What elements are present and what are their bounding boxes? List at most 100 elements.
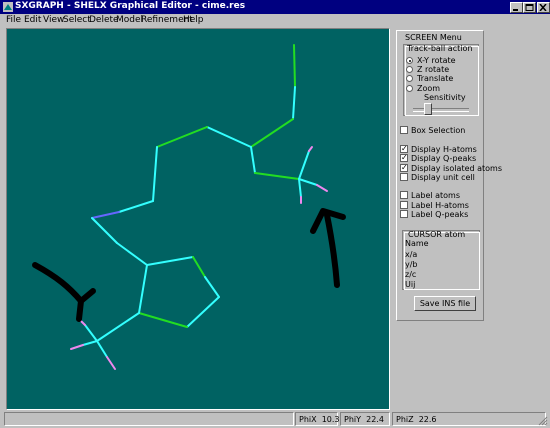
checkbox-display-h-atoms[interactable]: ✓ Display H-atoms [400, 145, 484, 154]
bond [316, 184, 328, 192]
maximize-button[interactable] [523, 2, 536, 13]
checkbox-icon [400, 201, 408, 209]
checkbox-display-q-peaks[interactable]: ✓ Display Q-peaks [400, 154, 484, 163]
arrow-left-shaft [32, 262, 84, 304]
annotation-arrows [32, 208, 346, 322]
bond [106, 356, 116, 370]
bond [292, 86, 296, 120]
bond [118, 200, 154, 213]
phiy-label: PhiY [344, 415, 362, 424]
bond [96, 312, 140, 342]
radio-z-rotate[interactable]: Z rotate [406, 65, 476, 74]
bond [70, 344, 84, 350]
menu-model[interactable]: Model [116, 15, 143, 25]
molecule-view[interactable] [7, 29, 389, 409]
bond [206, 126, 252, 148]
slider-thumb[interactable] [424, 103, 432, 115]
bond [250, 118, 294, 148]
sensitivity-slider[interactable] [407, 103, 475, 115]
radio-button-icon [406, 85, 413, 92]
save-ins-file-button[interactable]: Save INS file [414, 296, 476, 311]
checkbox-box-selection[interactable]: Box Selection [400, 126, 484, 135]
bond [250, 146, 256, 174]
checkbox-display-unit-cell[interactable]: Display unit cell [400, 173, 484, 182]
screen-menu-panel: SCREEN Menu Track-ball action X-Y rotate… [396, 30, 502, 321]
checkbox-display-isolated-atoms[interactable]: ✓ Display isolated atoms [400, 163, 502, 173]
checkbox-icon [400, 126, 408, 134]
close-button[interactable] [537, 2, 550, 13]
resize-grip-icon[interactable] [538, 416, 548, 426]
bond [152, 146, 158, 202]
checkbox-label-h-atoms[interactable]: Label H-atoms [400, 201, 484, 210]
checkbox-icon: ✓ [400, 163, 408, 172]
bond [138, 312, 188, 328]
checkbox-label: Box Selection [411, 126, 466, 135]
checkbox-label: Label atoms [411, 191, 461, 200]
radio-button-icon [406, 57, 413, 64]
close-icon [539, 4, 547, 11]
arrow-left-head [76, 288, 96, 322]
window-title: SXGRAPH - SHELX Graphical Editor - cime.… [15, 1, 246, 11]
bond [156, 126, 208, 148]
radio-label: Z rotate [417, 65, 450, 74]
radio-label: Zoom [417, 84, 441, 93]
checkbox-icon [400, 191, 408, 199]
checkbox-icon [400, 210, 408, 218]
slider-track [413, 108, 469, 112]
cursor-field-name: Name [405, 239, 429, 248]
bond [298, 178, 318, 186]
radio-button-icon [406, 75, 413, 82]
bond [82, 340, 98, 346]
arrow-right-shaft [324, 212, 340, 288]
cursor-field-yb: y/b [405, 260, 418, 269]
radio-label: X-Y rotate [417, 56, 456, 65]
bond [146, 256, 194, 266]
phix-label: PhiX [299, 415, 317, 424]
checkbox-label: Display unit cell [411, 173, 475, 182]
bond [116, 242, 148, 266]
menu-delete[interactable]: Delete [89, 15, 119, 25]
menu-edit[interactable]: Edit [24, 15, 41, 25]
phiz-value: 22.6 [418, 415, 437, 424]
bond [91, 211, 120, 219]
checkbox-icon [400, 173, 408, 181]
menu-select[interactable]: Select [63, 15, 91, 25]
menu-view[interactable]: View [43, 15, 64, 25]
bond [204, 276, 220, 298]
sensitivity-label: Sensitivity [424, 93, 466, 102]
bond [96, 340, 108, 358]
bond [308, 146, 313, 152]
minimize-icon [513, 9, 518, 11]
panel-title: SCREEN Menu [405, 33, 462, 42]
bond [192, 256, 206, 278]
status-phiz: PhiZ 22.6 [392, 412, 546, 426]
bond [186, 296, 220, 328]
checkbox-label: Label H-atoms [411, 201, 469, 210]
molecule-bonds [70, 44, 328, 370]
radio-xy-rotate[interactable]: X-Y rotate [406, 56, 476, 65]
menu-file[interactable]: File [6, 15, 21, 25]
checkbox-icon: ✓ [400, 144, 408, 153]
title-bar: SXGRAPH - SHELX Graphical Editor - cime.… [0, 0, 550, 14]
cursor-field-xa: x/a [405, 250, 418, 259]
bond [298, 178, 302, 198]
radio-button-icon [406, 66, 413, 73]
molecule-viewport[interactable] [6, 28, 390, 410]
bond [298, 150, 310, 180]
phiz-label: PhiZ [396, 415, 414, 424]
radio-translate[interactable]: Translate [406, 74, 476, 83]
checkbox-label-q-peaks[interactable]: Label Q-peaks [400, 210, 484, 219]
checkbox-icon: ✓ [400, 153, 408, 162]
status-phiy: PhiY 22.4 [340, 412, 390, 426]
cursor-atom-title: CURSOR atom [408, 230, 466, 239]
phiy-value: 22.4 [366, 415, 384, 424]
checkbox-label: Display isolated atoms [411, 164, 503, 173]
bond [293, 44, 296, 88]
save-ins-file-label: Save INS file [419, 299, 471, 308]
radio-zoom[interactable]: Zoom [406, 84, 476, 93]
trackball-title: Track-ball action [407, 44, 473, 53]
bond [138, 264, 148, 314]
menu-help[interactable]: Help [183, 15, 204, 25]
checkbox-label-atoms[interactable]: Label atoms [400, 191, 484, 200]
minimize-button[interactable] [510, 2, 523, 13]
